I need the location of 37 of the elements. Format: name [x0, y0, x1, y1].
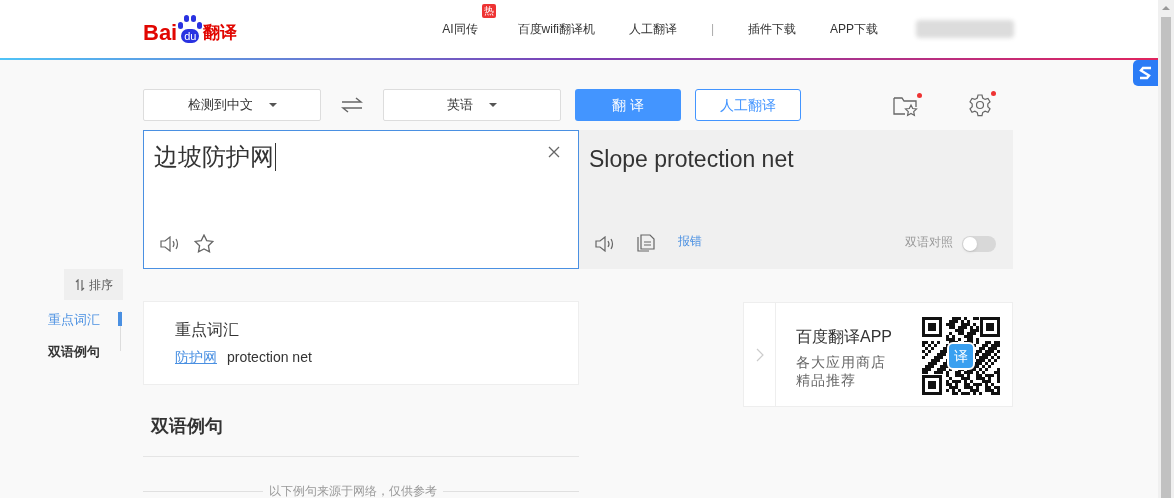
target-language-select[interactable]: 英语: [383, 89, 561, 121]
source-language-select[interactable]: 检测到中文: [143, 89, 321, 121]
swap-icon[interactable]: [341, 97, 363, 113]
side-nav-item[interactable]: 双语例句: [48, 342, 100, 362]
app-title: 百度翻译APP: [796, 327, 893, 347]
speaker-icon[interactable]: [160, 236, 180, 252]
source-input-field[interactable]: 边坡防护网: [154, 143, 276, 171]
app-badge-icon: 译: [947, 342, 975, 370]
logo[interactable]: Bai du 翻译: [143, 14, 238, 44]
scrollbar[interactable]: [1158, 0, 1174, 498]
speaker-icon[interactable]: [595, 236, 615, 252]
nav-link[interactable]: APP下载: [830, 20, 879, 38]
nav-divider: |: [710, 21, 715, 38]
copy-icon[interactable]: [637, 234, 655, 252]
sort-button[interactable]: 排序: [64, 269, 123, 300]
app-description: 精品推荐: [796, 371, 857, 389]
nav-link[interactable]: 人工翻译: [628, 20, 677, 38]
section-heading: 双语例句: [151, 415, 224, 438]
settings-icon[interactable]: [968, 93, 992, 117]
s-logo-icon: [1138, 66, 1153, 80]
active-marker: [118, 312, 122, 326]
nav-link[interactable]: 插件下载: [748, 20, 797, 38]
caret-icon: [489, 103, 497, 107]
caret-icon: [268, 103, 277, 107]
nav-link[interactable]: 百度wifi翻译机: [517, 20, 595, 38]
source-note: 以下例句来源于网络，仅供参考: [268, 483, 438, 498]
term-meaning: protection net: [227, 348, 312, 367]
star-icon[interactable]: [194, 234, 214, 253]
app-description: 各大应用商店: [796, 353, 887, 371]
translation-text: Slope protection net: [589, 145, 794, 174]
bilingual-toggle[interactable]: [962, 236, 996, 252]
sort-icon: [74, 278, 85, 291]
close-icon[interactable]: [548, 146, 560, 158]
bilingual-toggle-label: 双语对照: [905, 234, 953, 251]
hot-badge: 热: [481, 4, 496, 18]
floating-app-button[interactable]: [1133, 60, 1158, 86]
card-title: 重点词汇: [175, 320, 240, 340]
